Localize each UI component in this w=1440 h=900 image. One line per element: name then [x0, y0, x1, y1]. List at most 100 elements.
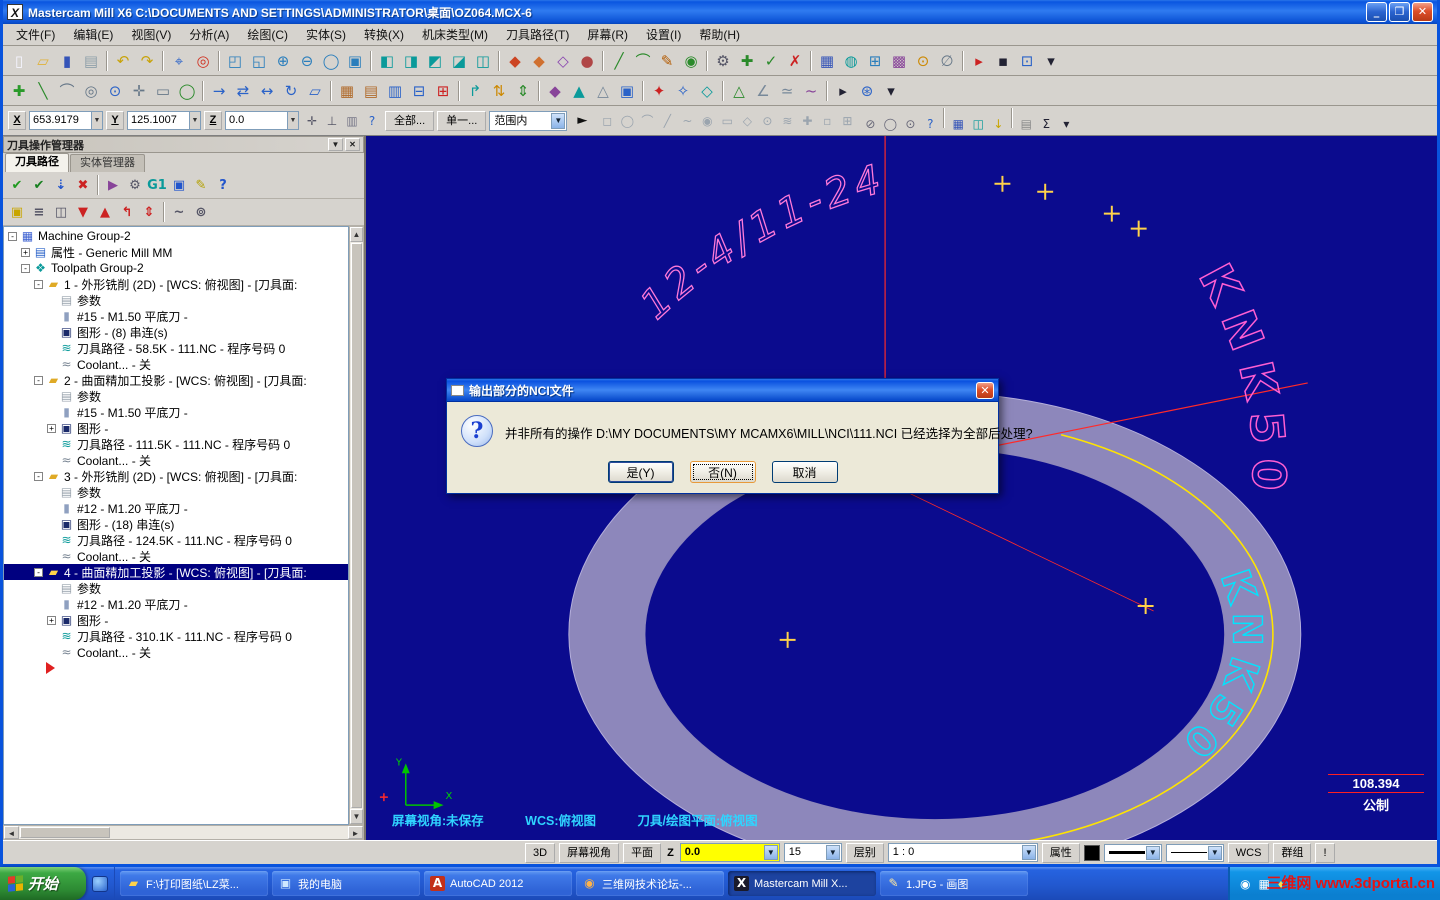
menu-item-9[interactable]: 屏幕(R): [578, 23, 637, 46]
yes-button[interactable]: 是(Y): [607, 461, 674, 483]
tb1-icon-29[interactable]: ╱: [607, 49, 631, 73]
tb2-icon-1[interactable]: ╲: [31, 79, 55, 103]
tree-item[interactable]: - ▰ 1 - 外形铣削 (2D) - [WCS: 俯视图] - [刀具面:: [4, 276, 348, 292]
tb1-icon-40[interactable]: ◍: [839, 49, 863, 73]
coord-c-icon-1[interactable]: ◯: [880, 114, 900, 134]
tb2-icon-13[interactable]: ▱: [303, 79, 327, 103]
range-select[interactable]: 范围内 ▼: [489, 110, 568, 131]
tree-item[interactable]: ≈ Coolant... - 关: [4, 356, 348, 372]
line-width-dropdown-icon[interactable]: ▼: [1145, 845, 1160, 860]
tb2-icon-15[interactable]: ▦: [335, 79, 359, 103]
zoom-in-icon[interactable]: ⊕: [271, 49, 295, 73]
menu-item-0[interactable]: 文件(F): [7, 23, 64, 46]
z-depth-dropdown-icon[interactable]: ▼: [763, 845, 778, 860]
open-file-icon[interactable]: ▱: [31, 49, 55, 73]
tb2-icon-26[interactable]: ▲: [567, 79, 591, 103]
mgr1-icon-8[interactable]: ▣: [168, 174, 190, 196]
taskbar-item-3[interactable]: ◉ 三维网技术论坛-...: [576, 871, 724, 896]
x-coordinate-input[interactable]: 653.9179 ▼: [29, 111, 103, 130]
insert-arrow-marker[interactable]: [4, 660, 348, 676]
tree-item[interactable]: ≋ 刀具路径 - 58.5K - 111.NC - 程序号码 0: [4, 340, 348, 356]
redo-icon[interactable]: ↷: [135, 49, 159, 73]
tolerance-dropdown-icon[interactable]: ▼: [825, 845, 840, 860]
tree-item[interactable]: ≈ Coolant... - 关: [4, 548, 348, 564]
tree-item[interactable]: - ▦ Machine Group-2: [4, 228, 348, 244]
wcs-button[interactable]: WCS: [1227, 842, 1270, 863]
tb1-icon-15[interactable]: ◯: [319, 49, 343, 73]
coord-c-icon-6[interactable]: ◫: [968, 114, 988, 134]
mgr2-icon-8[interactable]: ~: [168, 201, 190, 223]
graphics-viewport[interactable]: 12-4/11-24 KNK50 KNK50 Y X 屏幕视角:未保存 WCS:…: [366, 136, 1437, 840]
start-button[interactable]: 开始: [0, 867, 86, 900]
tb1-icon-48[interactable]: ⊡: [1015, 49, 1039, 73]
undo-icon[interactable]: ↶: [111, 49, 135, 73]
mgr2-icon-9[interactable]: ⊚: [190, 201, 212, 223]
tree-item[interactable]: ▤ 参数: [4, 388, 348, 404]
g1-icon[interactable]: G1: [146, 174, 168, 196]
menu-item-6[interactable]: 转换(X): [355, 23, 413, 46]
tb2-icon-36[interactable]: ≃: [775, 79, 799, 103]
color-swatch[interactable]: [1083, 844, 1100, 861]
menu-item-5[interactable]: 实体(S): [297, 23, 355, 46]
tb2-icon-28[interactable]: ▣: [615, 79, 639, 103]
select-all-button[interactable]: 全部...: [385, 110, 435, 131]
coord-filter-icon-3[interactable]: ╱: [657, 111, 677, 131]
tb1-icon-42[interactable]: ▩: [887, 49, 911, 73]
save-icon[interactable]: ▮: [55, 49, 79, 73]
tb1-icon-30[interactable]: ⌒: [631, 49, 655, 73]
regen-all-icon[interactable]: ✔: [28, 174, 50, 196]
coord-filter-icon-12[interactable]: ⊞: [837, 111, 857, 131]
coord-filter-icon-4[interactable]: ~: [677, 111, 697, 131]
minimize-button[interactable]: _: [1366, 2, 1387, 22]
tb2-icon-19[interactable]: ⊞: [431, 79, 455, 103]
tb2-icon-22[interactable]: ⇅: [487, 79, 511, 103]
y-axis-button[interactable]: Y: [106, 111, 124, 130]
mgr1-icon-9[interactable]: ✎: [190, 174, 212, 196]
tb1-icon-44[interactable]: ∅: [935, 49, 959, 73]
tb2-icon-30[interactable]: ✦: [647, 79, 671, 103]
tree-item[interactable]: + ▣ 图形 -: [4, 612, 348, 628]
tb1-icon-20[interactable]: ◩: [423, 49, 447, 73]
tree-item[interactable]: ▮ #15 - M1.50 平底刀 -: [4, 404, 348, 420]
new-file-icon[interactable]: ▯: [7, 49, 31, 73]
move-up-icon[interactable]: ▲: [94, 201, 116, 223]
tb2-icon-12[interactable]: ↻: [279, 79, 303, 103]
tb2-icon-3[interactable]: ◎: [79, 79, 103, 103]
lock-icon[interactable]: ▣: [6, 201, 28, 223]
zoom-out-icon[interactable]: ⊖: [295, 49, 319, 73]
tb1-icon-11[interactable]: ◰: [223, 49, 247, 73]
maximize-button[interactable]: ❐: [1389, 2, 1410, 22]
tb1-icon-25[interactable]: ◆: [527, 49, 551, 73]
tb2-icon-0[interactable]: ✚: [7, 79, 31, 103]
tree-item[interactable]: - ▰ 2 - 曲面精加工投影 - [WCS: 俯视图] - [刀具面:: [4, 372, 348, 388]
delete-icon[interactable]: ✖: [72, 174, 94, 196]
tb2-icon-6[interactable]: ▭: [151, 79, 175, 103]
x-axis-button[interactable]: X: [8, 111, 26, 130]
tb1-icon-46[interactable]: ▸: [967, 49, 991, 73]
coord-filter-icon-8[interactable]: ⊙: [757, 111, 777, 131]
tree-item[interactable]: + ▤ 属性 - Generic Mill MM: [4, 244, 348, 260]
tb2-icon-34[interactable]: △: [727, 79, 751, 103]
mgr2-icon-6[interactable]: ⇕: [138, 201, 160, 223]
group-button[interactable]: 群组: [1273, 842, 1312, 863]
tb2-icon-32[interactable]: ◇: [695, 79, 719, 103]
tb1-icon-41[interactable]: ⊞: [863, 49, 887, 73]
coord-filter-icon-5[interactable]: ◉: [697, 111, 717, 131]
tree-item[interactable]: ≈ Coolant... - 关: [4, 644, 348, 660]
coord-c-icon-2[interactable]: ⊙: [900, 114, 920, 134]
tree-item[interactable]: - ▰ 3 - 外形铣削 (2D) - [WCS: 俯视图] - [刀具面:: [4, 468, 348, 484]
tray-icon-0[interactable]: ◉: [1240, 877, 1250, 891]
coord-c-icon-11[interactable]: ▾: [1056, 114, 1076, 134]
menu-item-11[interactable]: 帮助(H): [690, 23, 749, 46]
coord-c-icon-0[interactable]: ⊘: [860, 114, 880, 134]
select-single-button[interactable]: 单一...: [437, 110, 487, 131]
tb2-icon-4[interactable]: ⊙: [103, 79, 127, 103]
tree-item[interactable]: + ▣ 图形 -: [4, 420, 348, 436]
tab-solids[interactable]: 实体管理器: [70, 154, 145, 172]
tray-icon-2[interactable]: ♦: [1278, 877, 1284, 891]
scroll-right-icon[interactable]: ►: [348, 826, 363, 839]
line-width-select[interactable]: ▼: [1103, 843, 1162, 862]
tolerance-input[interactable]: 15 ▼: [783, 843, 842, 862]
dialog-close-button[interactable]: ✕: [976, 381, 994, 399]
tb1-icon-32[interactable]: ◉: [679, 49, 703, 73]
